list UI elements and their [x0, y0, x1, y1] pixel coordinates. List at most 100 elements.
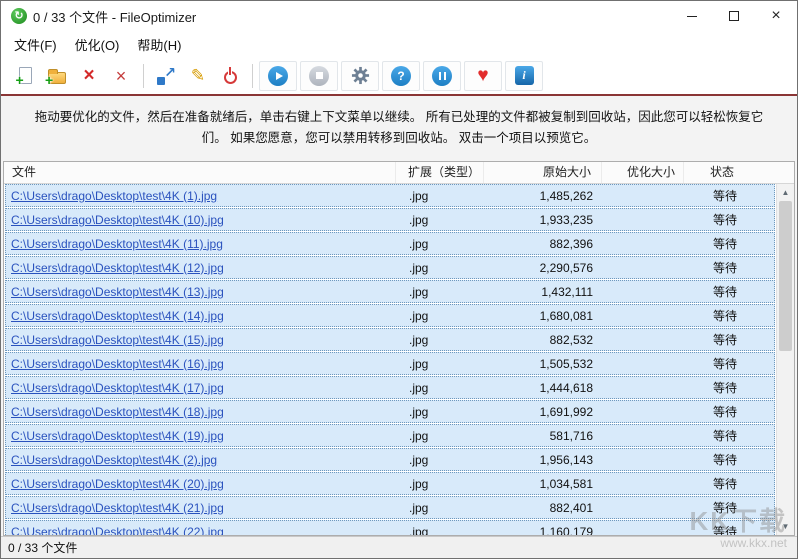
scrollbar-thumb[interactable] — [779, 201, 792, 351]
cell-ext: .jpg — [397, 525, 485, 535]
cell-status: 等待 — [685, 427, 775, 444]
minimize-button[interactable] — [671, 1, 713, 31]
cell-original: 1,034,581 — [485, 477, 603, 491]
pause-button[interactable] — [423, 61, 461, 91]
table-row[interactable]: C:\Users\drago\Desktop\test\4K (18).jpg.… — [5, 400, 775, 423]
table-row[interactable]: C:\Users\drago\Desktop\test\4K (12).jpg.… — [5, 256, 775, 279]
remove-all-button[interactable]: × — [105, 61, 137, 91]
toolbar-separator — [143, 64, 144, 88]
cell-file: C:\Users\drago\Desktop\test\4K (14).jpg — [5, 309, 397, 323]
file-link[interactable]: C:\Users\drago\Desktop\test\4K (13).jpg — [11, 285, 224, 299]
table-row[interactable]: C:\Users\drago\Desktop\test\4K (10).jpg.… — [5, 208, 775, 231]
vertical-scrollbar[interactable]: ▲ ▼ — [776, 184, 794, 535]
play-icon — [268, 66, 288, 86]
file-link[interactable]: C:\Users\drago\Desktop\test\4K (19).jpg — [11, 429, 224, 443]
help-button[interactable]: ? — [382, 61, 420, 91]
table-row[interactable]: C:\Users\drago\Desktop\test\4K (20).jpg.… — [5, 472, 775, 495]
remove-entry-button[interactable]: × — [73, 61, 105, 91]
status-text: 0 / 33 个文件 — [8, 539, 77, 556]
cell-original: 1,933,235 — [485, 213, 603, 227]
cell-ext: .jpg — [397, 357, 485, 371]
open-externally-icon: ↗ — [157, 67, 175, 85]
cell-file: C:\Users\drago\Desktop\test\4K (2).jpg — [5, 453, 397, 467]
table-row[interactable]: C:\Users\drago\Desktop\test\4K (1).jpg.j… — [5, 184, 775, 207]
cell-ext: .jpg — [397, 405, 485, 419]
file-link[interactable]: C:\Users\drago\Desktop\test\4K (10).jpg — [11, 213, 224, 227]
add-files-button[interactable]: + — [9, 61, 41, 91]
add-folder-button[interactable]: + — [41, 61, 73, 91]
close-button[interactable]: × — [755, 1, 797, 31]
file-link[interactable]: C:\Users\drago\Desktop\test\4K (18).jpg — [11, 405, 224, 419]
file-link[interactable]: C:\Users\drago\Desktop\test\4K (12).jpg — [11, 261, 224, 275]
file-link[interactable]: C:\Users\drago\Desktop\test\4K (16).jpg — [11, 357, 224, 371]
file-table-header: 文件扩展（类型）原始大小优化大小状态 — [4, 162, 794, 184]
cell-original: 1,444,618 — [485, 381, 603, 395]
cell-file: C:\Users\drago\Desktop\test\4K (13).jpg — [5, 285, 397, 299]
cell-ext: .jpg — [397, 333, 485, 347]
file-link[interactable]: C:\Users\drago\Desktop\test\4K (21).jpg — [11, 501, 224, 515]
exit-button[interactable] — [214, 61, 246, 91]
file-link[interactable]: C:\Users\drago\Desktop\test\4K (14).jpg — [11, 309, 224, 323]
cell-file: C:\Users\drago\Desktop\test\4K (15).jpg — [5, 333, 397, 347]
table-row[interactable]: C:\Users\drago\Desktop\test\4K (19).jpg.… — [5, 424, 775, 447]
scroll-down-icon[interactable]: ▼ — [777, 518, 794, 535]
cell-status: 等待 — [685, 259, 775, 276]
scrollbar-track[interactable] — [777, 201, 794, 518]
menu-bar: 文件(F) 优化(O) 帮助(H) — [1, 31, 797, 57]
menu-optimize[interactable]: 优化(O) — [66, 32, 129, 57]
file-link[interactable]: C:\Users\drago\Desktop\test\4K (22).jpg — [11, 525, 224, 535]
file-link[interactable]: C:\Users\drago\Desktop\test\4K (20).jpg — [11, 477, 224, 491]
cell-file: C:\Users\drago\Desktop\test\4K (11).jpg — [5, 237, 397, 251]
cell-ext: .jpg — [397, 381, 485, 395]
cell-original: 1,432,111 — [485, 285, 603, 299]
table-row[interactable]: C:\Users\drago\Desktop\test\4K (15).jpg.… — [5, 328, 775, 351]
column-header-1[interactable]: 扩展（类型） — [396, 162, 484, 183]
donate-button[interactable]: ♥ — [464, 61, 502, 91]
cell-original: 1,680,081 — [485, 309, 603, 323]
heart-icon: ♥ — [477, 66, 488, 85]
file-link[interactable]: C:\Users\drago\Desktop\test\4K (17).jpg — [11, 381, 224, 395]
cell-original: 1,160,179 — [485, 525, 603, 535]
table-row[interactable]: C:\Users\drago\Desktop\test\4K (16).jpg.… — [5, 352, 775, 375]
menu-help[interactable]: 帮助(H) — [128, 32, 190, 57]
cell-ext: .jpg — [397, 309, 485, 323]
cell-file: C:\Users\drago\Desktop\test\4K (18).jpg — [5, 405, 397, 419]
close-icon: × — [771, 8, 780, 24]
table-row[interactable]: C:\Users\drago\Desktop\test\4K (2).jpg.j… — [5, 448, 775, 471]
about-button[interactable]: i — [505, 61, 543, 91]
file-link[interactable]: C:\Users\drago\Desktop\test\4K (15).jpg — [11, 333, 224, 347]
table-row[interactable]: C:\Users\drago\Desktop\test\4K (13).jpg.… — [5, 280, 775, 303]
cell-file: C:\Users\drago\Desktop\test\4K (1).jpg — [5, 189, 397, 203]
cell-status: 等待 — [685, 403, 775, 420]
optimize-start-button[interactable] — [259, 61, 297, 91]
cell-status: 等待 — [685, 283, 775, 300]
table-row[interactable]: C:\Users\drago\Desktop\test\4K (14).jpg.… — [5, 304, 775, 327]
file-link[interactable]: C:\Users\drago\Desktop\test\4K (11).jpg — [11, 237, 223, 251]
maximize-button[interactable] — [713, 1, 755, 31]
menu-file[interactable]: 文件(F) — [5, 32, 66, 57]
add-folder-icon: + — [48, 72, 66, 84]
column-header-4[interactable]: 状态 — [684, 162, 794, 183]
file-link[interactable]: C:\Users\drago\Desktop\test\4K (1).jpg — [11, 189, 217, 203]
table-row[interactable]: C:\Users\drago\Desktop\test\4K (22).jpg.… — [5, 520, 775, 535]
table-row[interactable]: C:\Users\drago\Desktop\test\4K (21).jpg.… — [5, 496, 775, 519]
column-header-2[interactable]: 原始大小 — [484, 162, 602, 183]
file-link[interactable]: C:\Users\drago\Desktop\test\4K (2).jpg — [11, 453, 217, 467]
scroll-up-icon[interactable]: ▲ — [777, 184, 794, 201]
cell-file: C:\Users\drago\Desktop\test\4K (20).jpg — [5, 477, 397, 491]
cell-ext: .jpg — [397, 501, 485, 515]
optimize-stop-button[interactable] — [300, 61, 338, 91]
options-button[interactable] — [341, 61, 379, 91]
cell-status: 等待 — [685, 379, 775, 396]
column-header-0[interactable]: 文件 — [4, 162, 396, 183]
remove-all-icon: × — [116, 67, 127, 85]
cell-ext: .jpg — [397, 477, 485, 491]
cell-ext: .jpg — [397, 261, 485, 275]
stop-icon — [309, 66, 329, 86]
open-externally-button[interactable]: ↗ — [150, 61, 182, 91]
table-row[interactable]: C:\Users\drago\Desktop\test\4K (17).jpg.… — [5, 376, 775, 399]
table-row[interactable]: C:\Users\drago\Desktop\test\4K (11).jpg.… — [5, 232, 775, 255]
cell-file: C:\Users\drago\Desktop\test\4K (22).jpg — [5, 525, 397, 535]
edit-button[interactable]: ✎ — [182, 61, 214, 91]
column-header-3[interactable]: 优化大小 — [602, 162, 684, 183]
